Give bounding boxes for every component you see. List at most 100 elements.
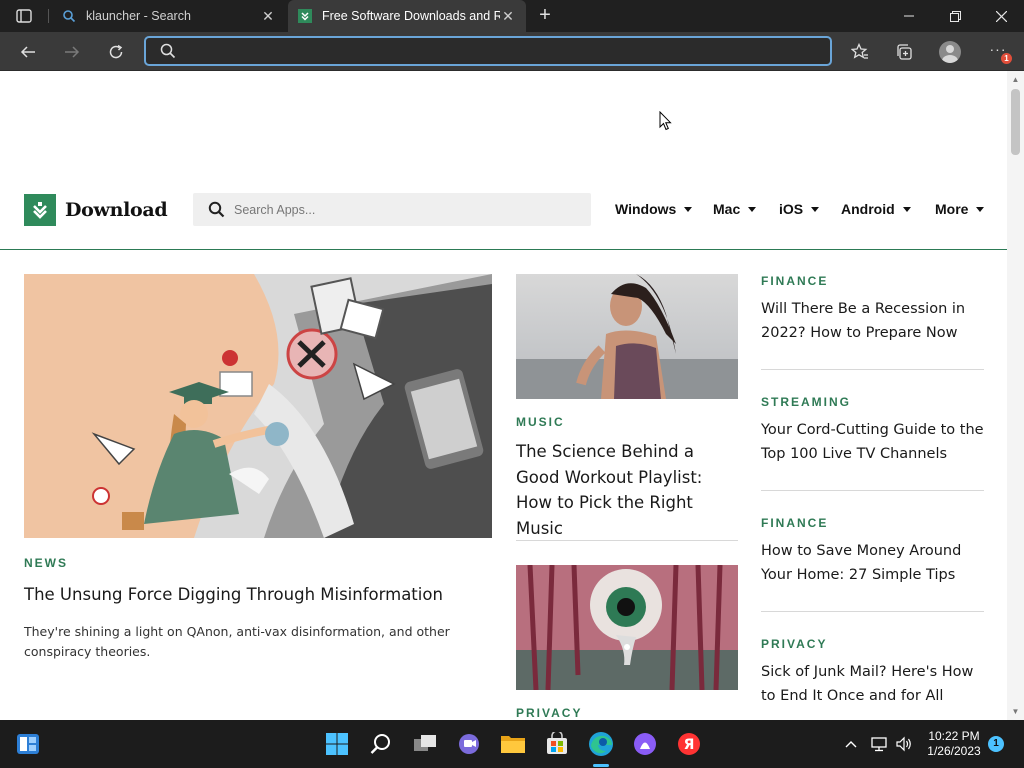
profile-button[interactable] [936, 38, 964, 66]
avatar [939, 41, 961, 63]
minimize-button[interactable] [886, 0, 932, 32]
sidebar-kicker-1[interactable]: FINANCE [761, 274, 828, 288]
tab-actions-button[interactable] [8, 6, 40, 26]
start-button[interactable] [321, 728, 353, 760]
music-kicker[interactable]: MUSIC [516, 415, 565, 429]
task-view-button[interactable] [409, 728, 441, 760]
notification-center-badge[interactable]: 1 [988, 736, 1004, 752]
scroll-up-icon[interactable]: ▲ [1011, 75, 1020, 84]
new-tab-button[interactable]: + [534, 4, 556, 28]
yandex-button[interactable]: Я [673, 728, 705, 760]
scrollbar-thumb[interactable] [1011, 89, 1020, 155]
favorites-button[interactable] [846, 38, 874, 66]
site-search-box[interactable] [193, 193, 591, 226]
network-icon [871, 737, 887, 752]
sidebar-kicker-2[interactable]: STREAMING [761, 395, 851, 409]
sidebar-headline-1[interactable]: Will There Be a Recession in 2022? How t… [761, 297, 989, 345]
caret-down-icon [811, 206, 820, 212]
tab-bar: klauncher - Search ✕ Free Software Downl… [0, 0, 1024, 32]
chevron-up-icon [845, 741, 857, 748]
forward-button[interactable] [58, 38, 86, 66]
music-headline[interactable]: The Science Behind a Good Workout Playli… [516, 439, 742, 541]
widgets-icon [17, 734, 39, 754]
divider [516, 540, 738, 541]
sidebar-headline-3[interactable]: How to Save Money Around Your Home: 27 S… [761, 539, 989, 587]
clock-date: 1/26/2023 [927, 744, 981, 758]
nav-windows[interactable]: Windows [615, 201, 693, 217]
search-icon [208, 201, 225, 218]
privacy-article-image[interactable] [516, 565, 738, 690]
sidebar-headline-2[interactable]: Your Cord-Cutting Guide to the Top 100 L… [761, 418, 989, 466]
runner-photo [516, 274, 738, 399]
taskbar-clock[interactable]: 10:22 PM 1/26/2023 [918, 729, 990, 759]
page-viewport: Download Windows Mac iOS Android More [0, 71, 1007, 720]
nav-label: Mac [713, 201, 741, 217]
volume-button[interactable] [892, 728, 916, 760]
nav-mac[interactable]: Mac [713, 201, 757, 217]
sidebar-headline-4[interactable]: Sick of Junk Mail? Here's How to End It … [761, 660, 989, 708]
feature-kicker[interactable]: NEWS [24, 556, 68, 570]
download-logo-icon [24, 194, 56, 226]
search-icon [370, 734, 390, 754]
tab-title: Free Software Downloads and Re [322, 9, 500, 23]
nav-label: iOS [779, 201, 804, 217]
yandex-icon: Я [678, 733, 700, 755]
site-search-input[interactable] [234, 201, 574, 219]
restore-icon [949, 10, 961, 22]
store-icon [547, 732, 567, 754]
close-tab-icon[interactable]: ✕ [260, 8, 276, 24]
nav-more[interactable]: More [935, 201, 985, 217]
music-article-image[interactable] [516, 274, 738, 399]
tab-klauncher-search[interactable]: klauncher - Search ✕ [52, 0, 286, 32]
edge-button[interactable] [585, 728, 617, 760]
close-tab-icon[interactable]: ✕ [500, 8, 516, 24]
widgets-button[interactable] [12, 728, 44, 760]
site-header: Download Windows Mac iOS Android More [0, 193, 1007, 250]
taskbar: Я 10:22 PM 1/26/2023 1 [0, 720, 1024, 768]
store-button[interactable] [541, 728, 573, 760]
svg-text:Я: Я [684, 737, 695, 753]
back-button[interactable] [14, 38, 42, 66]
folder-icon [501, 736, 525, 753]
misinformation-illustration [24, 274, 492, 538]
eyeball-illustration [516, 565, 738, 690]
chat-button[interactable] [453, 728, 485, 760]
sidebar-kicker-4[interactable]: PRIVACY [761, 637, 827, 651]
edge-icon [589, 732, 613, 756]
nav-ios[interactable]: iOS [779, 201, 820, 217]
notification-badge: 1 [1001, 53, 1012, 64]
page-scrollbar[interactable]: ▲ ▼ [1007, 71, 1024, 720]
refresh-button[interactable] [102, 38, 130, 66]
divider [761, 490, 984, 491]
active-app-indicator [593, 764, 609, 767]
network-button[interactable] [866, 728, 892, 760]
alice-button[interactable] [629, 728, 661, 760]
download-favicon-icon [298, 9, 312, 23]
nav-android[interactable]: Android [841, 201, 911, 217]
show-hidden-icons-button[interactable] [836, 728, 866, 760]
browser-toolbar: ··· 1 [0, 32, 1024, 71]
tab-free-software-downloads[interactable]: Free Software Downloads and Re ✕ [288, 0, 526, 32]
scroll-down-icon[interactable]: ▼ [1011, 707, 1020, 716]
feature-headline[interactable]: The Unsung Force Digging Through Misinfo… [24, 584, 484, 606]
caret-down-icon [976, 206, 985, 212]
close-window-button[interactable] [978, 0, 1024, 32]
privacy-kicker[interactable]: PRIVACY [516, 706, 582, 720]
file-explorer-button[interactable] [497, 728, 529, 760]
task-view-icon [414, 735, 436, 751]
star-list-icon [851, 43, 868, 59]
collections-button[interactable] [890, 38, 918, 66]
alice-icon [634, 733, 656, 755]
speaker-icon [896, 736, 911, 752]
feature-article-image[interactable] [24, 274, 492, 538]
taskbar-search-button[interactable] [365, 728, 397, 760]
arrow-left-icon [20, 46, 35, 58]
site-logo[interactable]: Download [24, 194, 168, 226]
address-input[interactable] [184, 41, 814, 61]
refresh-icon [109, 44, 123, 59]
sidebar-kicker-3[interactable]: FINANCE [761, 516, 828, 530]
settings-menu-button[interactable]: ··· 1 [984, 38, 1012, 66]
address-bar[interactable] [144, 36, 832, 66]
restore-button[interactable] [932, 0, 978, 32]
close-icon [995, 10, 1007, 22]
